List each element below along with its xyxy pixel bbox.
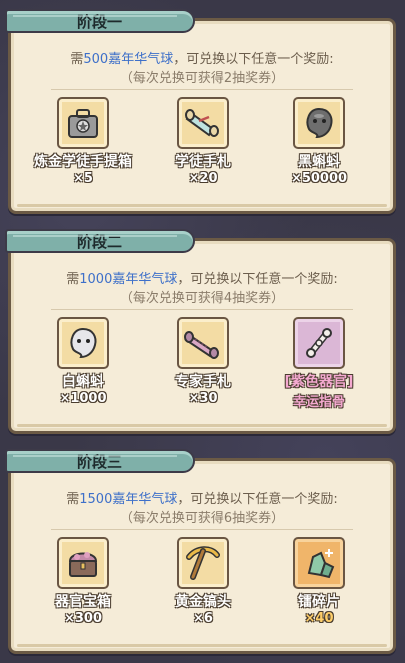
reward-name: 学徒手札 [175,154,231,170]
reward-item[interactable]: 器官宝箱 ×300 [28,537,138,626]
reward-item[interactable]: 黄金镐头 ×6 [148,537,258,626]
reward-name: 炼金学徒手提箱 [34,154,132,170]
toolbox-icon [68,109,98,138]
stage-title: 阶段二 [77,232,123,251]
reward-tile[interactable] [57,97,109,149]
reward-quantity: ×300 [63,611,103,626]
reward-name: 黄金镐头 [175,594,231,610]
stage-panel-1: 阶段一 需500嘉年华气球，可兑换以下任意一个奖励: （每次兑换可获得2抽奖券）… [5,9,396,214]
stage-panel-2: 阶段二 需1000嘉年华气球，可兑换以下任意一个奖励: （每次兑换可获得4抽奖券… [5,229,396,434]
reward-tile[interactable] [177,317,229,369]
requirement-prefix: 需 [70,52,84,67]
requirement-amount: 1000嘉年华气球 [79,272,178,287]
reward-quantity: ×6 [193,611,213,626]
requirement-suffix: ，可兑换以下任意一个奖励: [177,492,338,507]
reward-tile[interactable] [177,97,229,149]
reward-tile[interactable] [293,317,345,369]
stage-title: 阶段三 [77,452,123,471]
black-tadpole-icon [306,107,333,139]
stage-requirement: 需500嘉年华气球，可兑换以下任意一个奖励: [11,48,393,67]
reward-tile[interactable] [57,537,109,589]
reward-tile[interactable] [293,97,345,149]
requirement-amount: 1500嘉年华气球 [79,492,178,507]
reward-name: 白蝌蚪 [62,374,104,390]
requirement-suffix: ，可兑换以下任意一个奖励: [177,272,338,287]
reward-name: 器官宝箱 [55,594,111,610]
organ-chest-icon [68,552,98,577]
stage-title-banner: 阶段一 [5,9,195,33]
reward-quantity: ×5 [73,171,93,186]
reward-item[interactable]: 镭碎片 ×40 [264,537,374,626]
reward-name: 镭碎片 [298,594,340,610]
finger-bone-icon [306,328,332,358]
reward-item[interactable]: 白蝌蚪 ×1000 [28,317,138,406]
stage-note: （每次兑换可获得2抽奖券） [119,71,285,86]
stage-note: （每次兑换可获得4抽奖券） [119,291,285,306]
divider [51,309,353,310]
radium-shard-icon [307,549,335,579]
reward-name: 黑蝌蚪 [298,154,340,170]
reward-quantity: ×20 [188,171,218,186]
white-tadpole-icon [70,327,97,359]
expert-scroll-icon [184,331,219,359]
reward-tile[interactable] [57,317,109,369]
reward-tile[interactable] [293,537,345,589]
reward-item[interactable]: 黑蝌蚪 ×50000 [264,97,374,186]
reward-quantity: ×40 [304,611,334,626]
reward-tile[interactable] [177,537,229,589]
requirement-prefix: 需 [66,272,80,287]
divider [51,529,353,530]
divider [51,89,353,90]
stage-note: （每次兑换可获得6抽奖券） [119,511,285,526]
reward-quantity: ×1000 [59,391,107,406]
stage-title: 阶段一 [77,12,123,31]
reward-quantity: 幸运指骨 [292,395,345,410]
stage-requirement: 需1000嘉年华气球，可兑换以下任意一个奖励: [11,268,393,287]
requirement-prefix: 需 [66,492,80,507]
reward-name: [紫色器官] [284,374,354,390]
stage-panel-3: 阶段三 需1500嘉年华气球，可兑换以下任意一个奖励: （每次兑换可获得6抽奖券… [5,449,396,654]
reward-quantity: ×30 [188,391,218,406]
reward-item[interactable]: 专家手札 ×30 [148,317,258,406]
golden-pickaxe-icon [186,546,220,580]
reward-item[interactable]: 炼金学徒手提箱 ×5 [28,97,138,186]
stage-title-banner: 阶段二 [5,229,195,253]
stage-requirement: 需1500嘉年华气球，可兑换以下任意一个奖励: [11,488,393,507]
reward-name: 专家手札 [175,374,231,390]
reward-item[interactable]: 学徒手札 ×20 [148,97,258,186]
reward-quantity: ×50000 [290,171,348,186]
reward-item[interactable]: [紫色器官] 幸运指骨 [264,317,374,410]
requirement-suffix: ，可兑换以下任意一个奖励: [173,52,334,67]
stage-title-banner: 阶段三 [5,449,195,473]
requirement-amount: 500嘉年华气球 [83,52,174,67]
scroll-icon [185,109,219,137]
